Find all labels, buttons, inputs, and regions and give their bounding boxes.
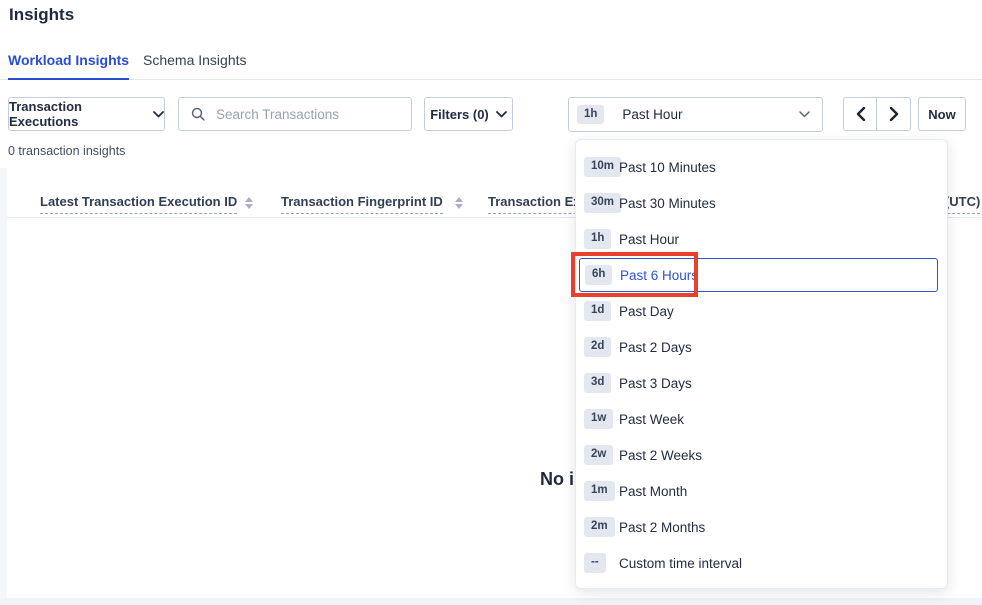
time-option-label: Past 2 Months xyxy=(619,520,705,535)
tab-schema-insights[interactable]: Schema Insights xyxy=(143,40,247,80)
time-badge: 2m xyxy=(584,517,615,537)
chevron-down-icon xyxy=(153,111,164,118)
time-badge: -- xyxy=(584,553,606,573)
time-option-past-month[interactable]: 1m Past Month xyxy=(576,473,947,509)
page-background-band xyxy=(0,598,982,605)
now-button[interactable]: Now xyxy=(918,97,966,131)
search-input[interactable] xyxy=(214,106,398,123)
page-title: Insights xyxy=(9,5,74,25)
time-option-label: Past Hour xyxy=(619,232,679,247)
time-option-past-week[interactable]: 1w Past Week xyxy=(576,401,947,437)
time-badge: 3d xyxy=(584,373,611,393)
chevron-left-icon xyxy=(856,107,866,121)
time-range-badge: 1h xyxy=(577,105,604,125)
insights-count: 0 transaction insights xyxy=(8,144,125,158)
time-option-past-2-days[interactable]: 2d Past 2 Days xyxy=(576,329,947,365)
time-option-past-2-weeks[interactable]: 2w Past 2 Weeks xyxy=(576,437,947,473)
time-option-label: Past Week xyxy=(619,412,684,427)
time-option-label: Custom time interval xyxy=(619,556,742,571)
time-option-label: Past 30 Minutes xyxy=(619,196,716,211)
search-icon xyxy=(191,107,205,121)
time-badge: 30m xyxy=(584,193,621,213)
time-option-past-2-months[interactable]: 2m Past 2 Months xyxy=(576,509,947,545)
time-range-dropdown: 10m Past 10 Minutes 30m Past 30 Minutes … xyxy=(575,139,948,589)
chevron-down-icon xyxy=(496,111,507,118)
filters-button[interactable]: Filters (0) xyxy=(424,97,513,131)
time-badge: 1d xyxy=(584,301,611,321)
execution-type-label: Transaction Executions xyxy=(9,99,146,129)
time-badge: 2w xyxy=(584,445,613,465)
time-option-past-day[interactable]: 1d Past Day xyxy=(576,293,947,329)
time-badge: 1h xyxy=(584,229,611,249)
time-option-label: Past 10 Minutes xyxy=(619,160,716,175)
time-option-custom-time-interval[interactable]: -- Custom time interval xyxy=(576,545,947,581)
chevron-down-icon xyxy=(799,111,810,118)
time-badge: 1w xyxy=(584,409,613,429)
time-option-past-30-minutes[interactable]: 30m Past 30 Minutes xyxy=(576,185,947,221)
filters-label: Filters (0) xyxy=(430,107,489,122)
time-badge: 1m xyxy=(584,481,615,501)
tab-workload-insights[interactable]: Workload Insights xyxy=(8,40,129,80)
time-option-label: Past 3 Days xyxy=(619,376,692,391)
search-box[interactable] xyxy=(178,97,412,131)
tab-bar: Workload Insights Schema Insights xyxy=(0,40,982,80)
time-option-past-3-days[interactable]: 3d Past 3 Days xyxy=(576,365,947,401)
insights-page: Insights Workload Insights Schema Insigh… xyxy=(0,0,982,605)
column-header-latest-transaction-execution-id[interactable]: Latest Transaction Execution ID xyxy=(40,194,237,214)
time-badge: 10m xyxy=(584,157,621,177)
execution-type-selector[interactable]: Transaction Executions xyxy=(8,97,165,131)
column-header-transaction-fingerprint-id[interactable]: Transaction Fingerprint ID xyxy=(281,194,443,214)
time-option-label: Past Month xyxy=(619,484,687,499)
sort-icon[interactable] xyxy=(455,197,464,209)
time-option-label: Past 2 Weeks xyxy=(619,448,702,463)
time-option-label: Past Day xyxy=(619,304,674,319)
next-time-button[interactable] xyxy=(876,97,911,131)
time-range-label: Past Hour xyxy=(622,107,682,122)
chevron-right-icon xyxy=(889,107,899,121)
time-badge: 2d xyxy=(584,337,611,357)
time-option-label: Past 2 Days xyxy=(619,340,692,355)
prev-time-button[interactable] xyxy=(843,97,878,131)
sort-icon[interactable] xyxy=(245,197,254,209)
time-option-past-10-minutes[interactable]: 10m Past 10 Minutes xyxy=(576,149,947,185)
annotation-red-box xyxy=(571,252,698,297)
page-background-strip xyxy=(0,168,7,598)
time-range-button[interactable]: 1h Past Hour xyxy=(568,97,823,132)
